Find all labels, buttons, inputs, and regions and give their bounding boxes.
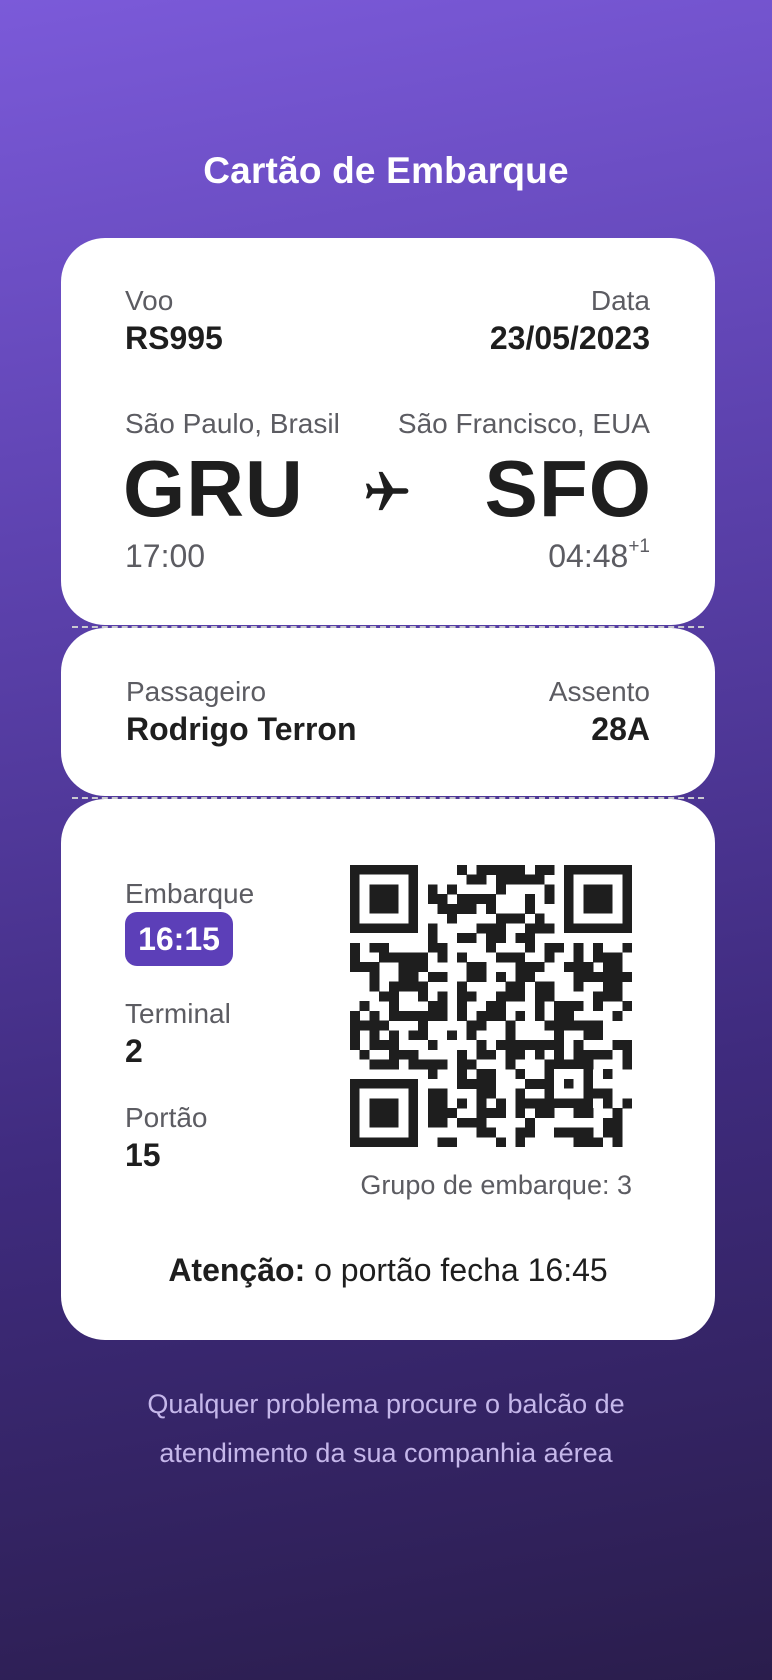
day-offset: +1	[628, 536, 650, 557]
terminal-number: 2	[125, 1033, 143, 1069]
boarding-label: Embarque	[125, 878, 255, 909]
seat-label: Assento	[548, 676, 650, 707]
passenger-name: Rodrigo Terron	[126, 711, 357, 747]
date-label: Data	[590, 285, 650, 316]
help-message: Qualquer problema procure o balcão de at…	[100, 1380, 672, 1478]
terminal-label: Terminal	[125, 998, 231, 1029]
gate-number: 15	[125, 1137, 161, 1173]
gate-label: Portão	[125, 1102, 208, 1133]
flight-date: 23/05/2023	[489, 320, 650, 356]
passenger-label: Passageiro	[126, 676, 267, 707]
departure-time: 17:00	[125, 538, 206, 574]
origin-code: GRU	[123, 444, 304, 533]
page-title: Cartão de Embarque	[203, 150, 569, 191]
airplane-icon	[365, 471, 409, 511]
attention-text: o portão fecha 16:45	[314, 1252, 608, 1288]
boarding-time-badge: 16:15	[125, 912, 233, 966]
flight-label: Voo	[125, 285, 174, 316]
arrival-time: 04:48	[548, 538, 629, 574]
qr-code	[350, 865, 632, 1147]
help-message-line-1: Qualquer problema procure o balcão de	[147, 1389, 625, 1419]
seat-number: 28A	[591, 711, 650, 747]
origin-city: São Paulo, Brasil	[125, 408, 340, 439]
boarding-group: Grupo de embarque: 3	[360, 1170, 632, 1200]
help-message-line-2: atendimento da sua companhia aérea	[159, 1438, 613, 1468]
destination-city: São Francisco, EUA	[397, 408, 650, 439]
attention-label: Atenção:	[168, 1252, 306, 1288]
destination-code: SFO	[484, 444, 652, 533]
attention-notice: Atenção: o portão fecha 16:45	[61, 1252, 715, 1289]
flight-number: RS995	[125, 320, 223, 356]
arrival-time-wrapper: 04:48+1	[548, 536, 650, 575]
